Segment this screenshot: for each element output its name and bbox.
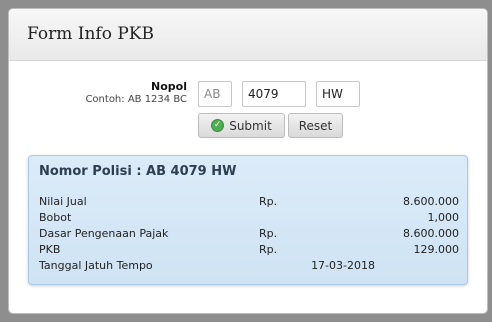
panel-header: Form Info PKB xyxy=(9,9,487,61)
result-table: Nilai Jual Rp. 8.600.000 Bobot 1,000 Das… xyxy=(39,194,459,274)
due-date-value: 17-03-2018 xyxy=(311,259,375,272)
row-label: Dasar Pengenaan Pajak xyxy=(39,227,169,240)
result-title: Nomor Polisi : AB 4079 HW xyxy=(39,164,237,179)
row-value: 129.000 xyxy=(413,243,460,256)
result-row-nilai-jual: Nilai Jual Rp. 8.600.000 xyxy=(39,194,459,210)
submit-button[interactable]: ✓ Submit xyxy=(198,113,285,138)
reset-button[interactable]: Reset xyxy=(288,113,343,138)
row-currency xyxy=(259,210,319,226)
nopol-label-block: Nopol Contoh: AB 1234 BC xyxy=(85,80,187,106)
row-label: Nilai Jual xyxy=(39,195,87,208)
pkb-form-panel: Form Info PKB Nopol Contoh: AB 1234 BC ✓… xyxy=(8,8,488,314)
nopol-row: Nopol Contoh: AB 1234 BC xyxy=(9,80,487,110)
row-currency: Rp. xyxy=(259,227,278,240)
result-box: Nomor Polisi : AB 4079 HW Nilai Jual Rp.… xyxy=(28,155,468,285)
panel-title: Form Info PKB xyxy=(27,24,154,44)
nopol-suffix-input[interactable] xyxy=(316,81,360,107)
result-row-dpp: Dasar Pengenaan Pajak Rp. 8.600.000 xyxy=(39,226,459,242)
result-row-bobot: Bobot 1,000 xyxy=(39,210,459,226)
result-row-due-date: Tanggal Jatuh Tempo 17-03-2018 xyxy=(39,258,459,274)
submit-label: Submit xyxy=(229,118,272,133)
row-label: PKB xyxy=(39,243,61,256)
nopol-hint: Contoh: AB 1234 BC xyxy=(85,94,187,105)
reset-label: Reset xyxy=(298,118,333,133)
row-value: 8.600.000 xyxy=(403,195,459,208)
nopol-prefix-input[interactable] xyxy=(198,81,232,107)
row-currency: Rp. xyxy=(259,243,278,256)
result-row-pkb: PKB Rp. 129.000 xyxy=(39,242,459,258)
row-currency: Rp. xyxy=(259,195,278,208)
check-circle-icon: ✓ xyxy=(211,119,225,132)
nopol-number-input[interactable] xyxy=(242,81,306,107)
due-date-label: Tanggal Jatuh Tempo xyxy=(39,259,153,272)
nopol-label: Nopol xyxy=(151,80,187,93)
row-value: 1,000 xyxy=(427,211,460,224)
row-value: 8.600.000 xyxy=(403,227,459,240)
row-label: Bobot xyxy=(39,211,72,224)
